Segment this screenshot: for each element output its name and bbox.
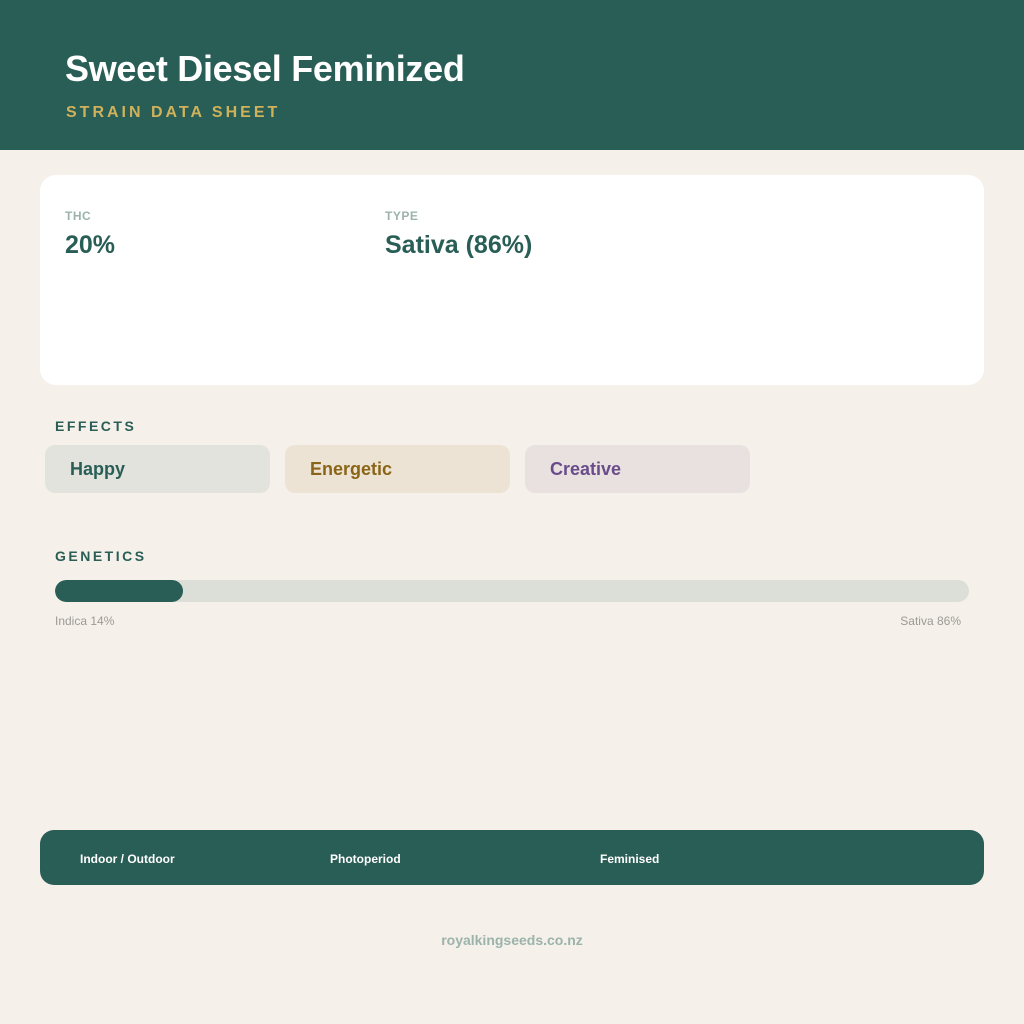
effect-chip-energetic: Energetic — [285, 445, 510, 493]
effect-chip-creative: Creative — [525, 445, 750, 493]
grow-info-bar: Indoor / Outdoor Photoperiod Feminised — [40, 830, 984, 885]
effect-chip-happy: Happy — [45, 445, 270, 493]
type-value: Sativa (86%) — [385, 231, 533, 259]
indica-bar-fill — [55, 580, 183, 602]
stats-card: THC 20% TYPE Sativa (86%) — [40, 175, 984, 385]
grow-environment: Indoor / Outdoor — [80, 852, 175, 866]
strain-title: Sweet Diesel Feminized — [65, 48, 465, 89]
sheet-subtitle: STRAIN DATA SHEET — [66, 104, 281, 121]
website-link[interactable]: royalkingseeds.co.nz — [0, 932, 1024, 948]
indica-percent-label: Indica 14% — [55, 614, 115, 628]
thc-value: 20% — [65, 231, 116, 259]
sativa-percent-label: Sativa 86% — [900, 614, 961, 628]
genetics-heading: GENETICS — [55, 548, 147, 564]
thc-label: THC — [65, 209, 92, 223]
seed-type: Feminised — [600, 852, 660, 866]
genetics-bar-track — [55, 580, 969, 602]
type-label: TYPE — [385, 209, 419, 223]
effects-heading: EFFECTS — [55, 418, 137, 434]
header-banner: Sweet Diesel Feminized STRAIN DATA SHEET — [0, 0, 1024, 150]
flowering-type: Photoperiod — [330, 852, 401, 866]
